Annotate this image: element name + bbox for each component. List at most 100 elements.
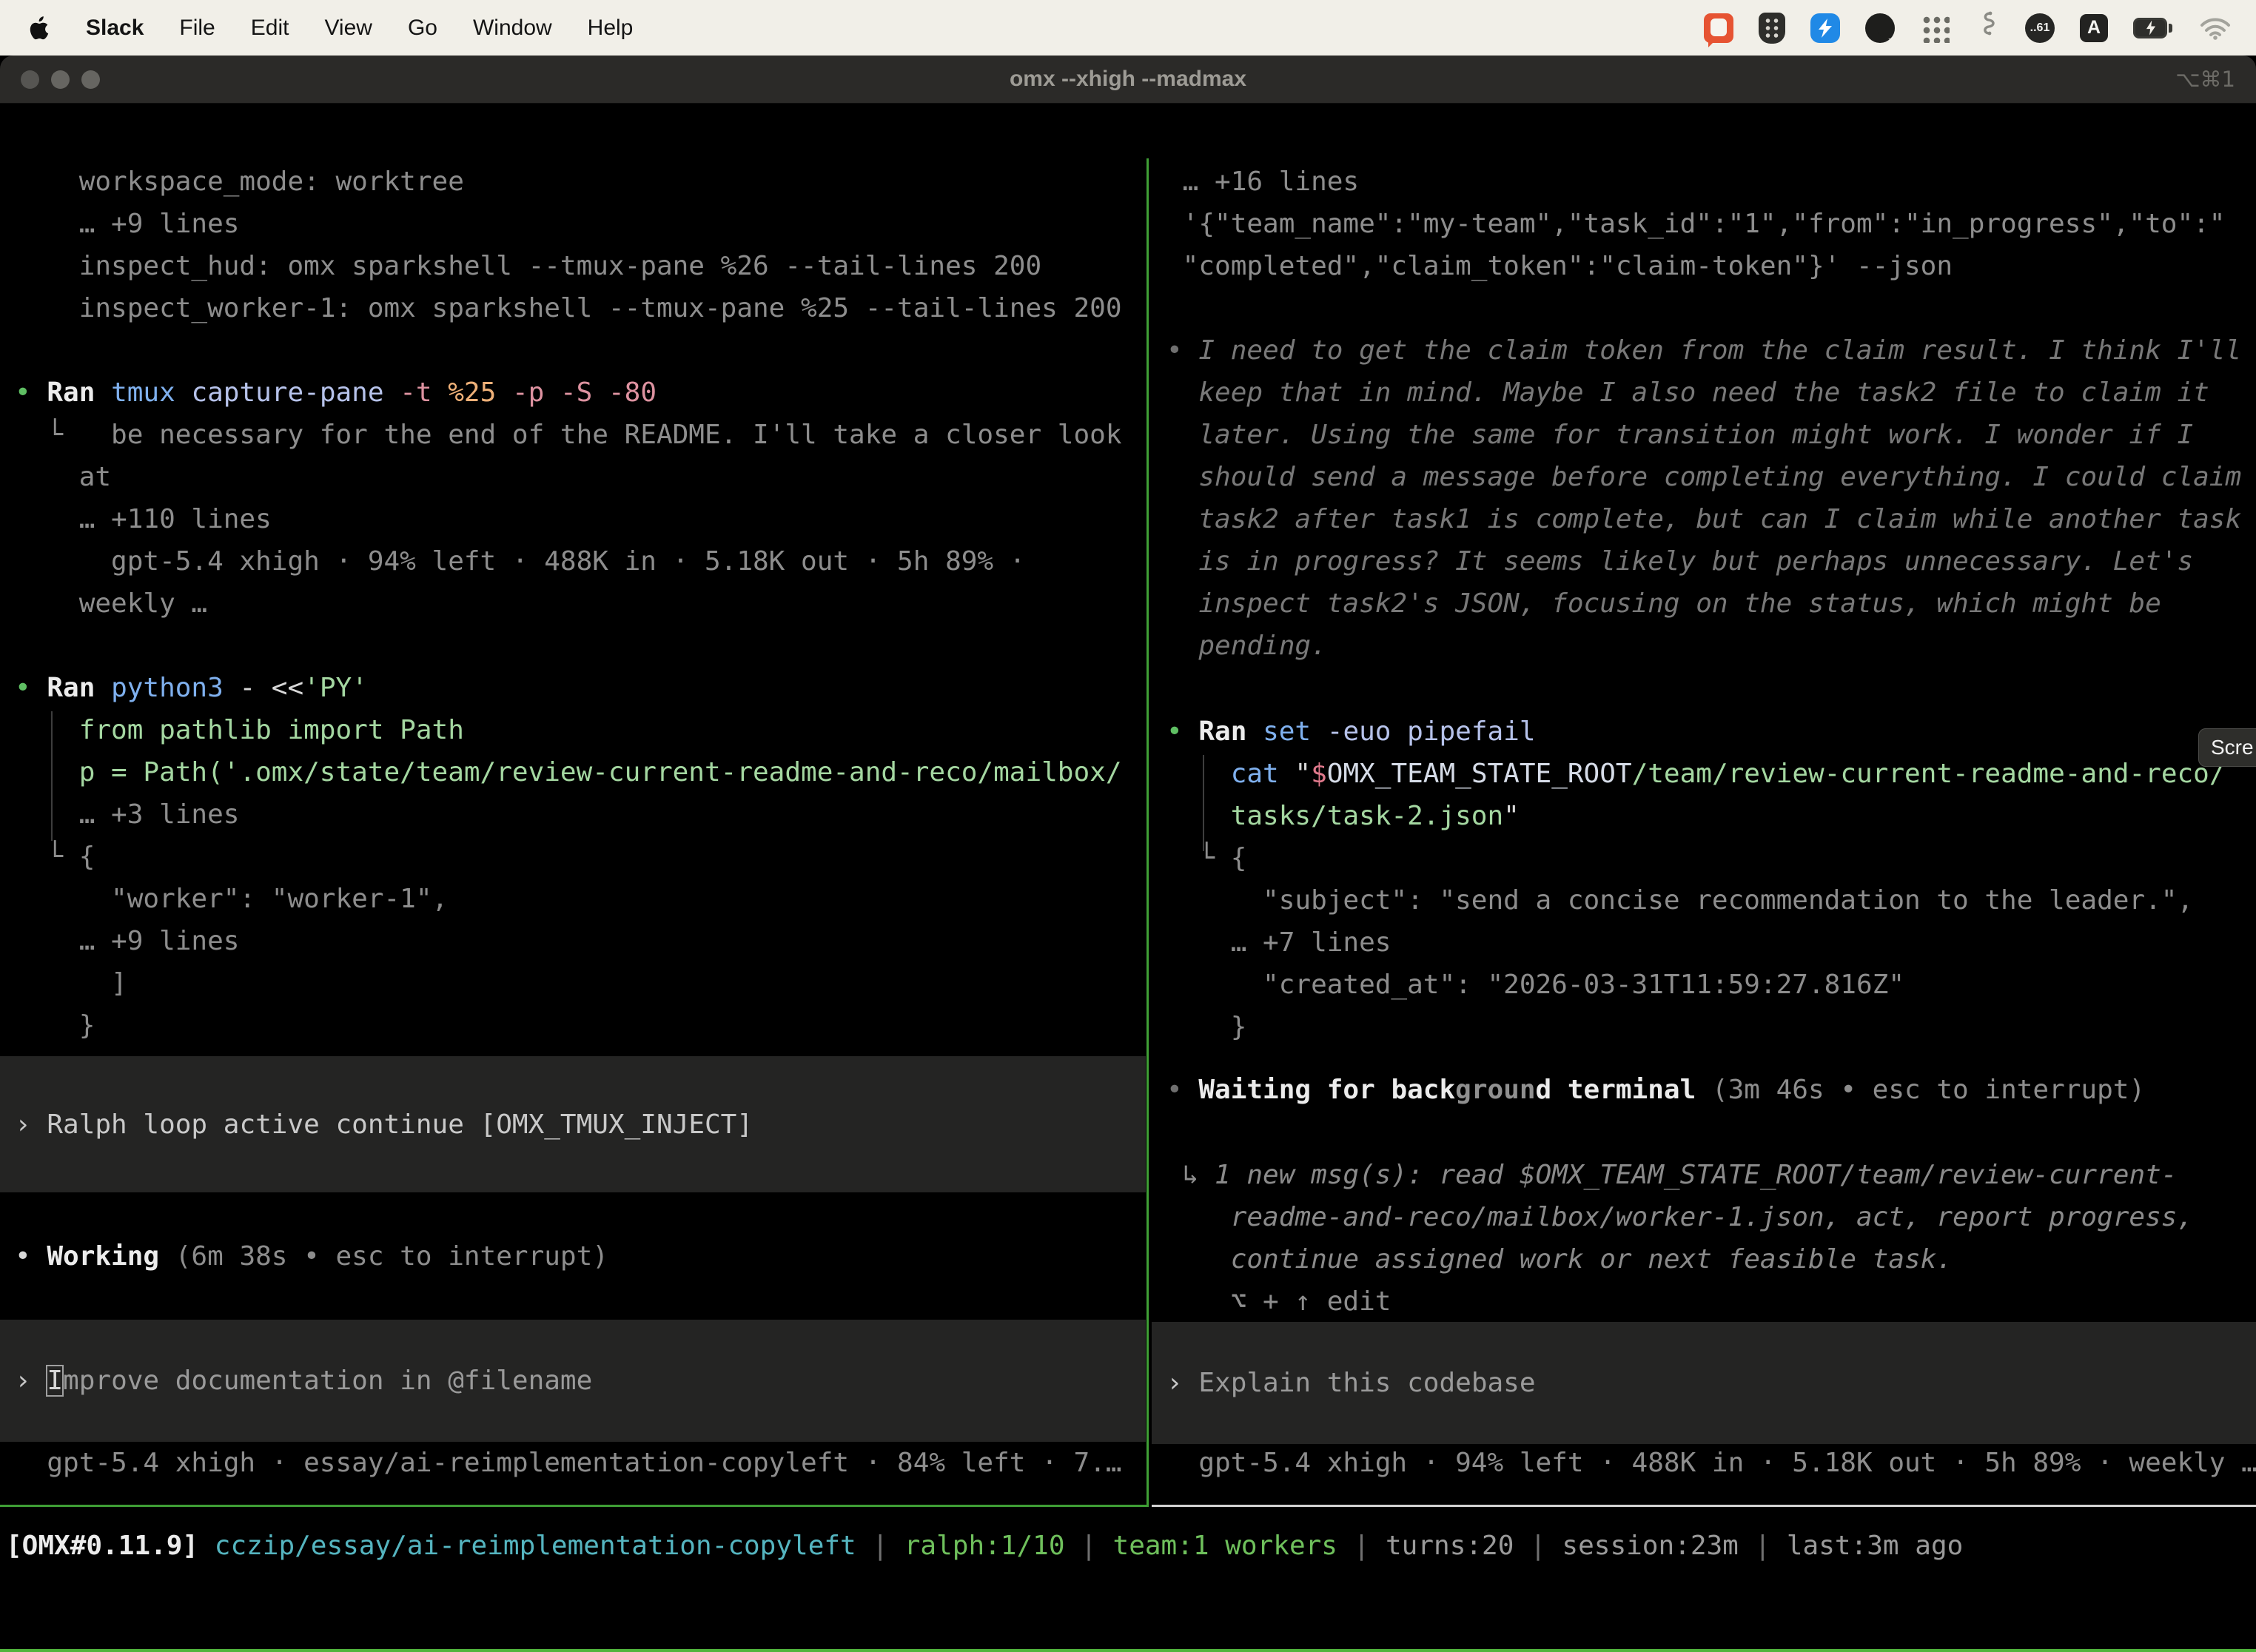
terminal-line: keep that in mind. Maybe I also need the… <box>1166 372 2256 414</box>
terminal-line: weekly … <box>15 582 1146 625</box>
menu-item-view[interactable]: View <box>324 16 372 41</box>
minimize-button[interactable] <box>51 70 70 89</box>
terminal-line: is in progress? It seems likely but perh… <box>1166 540 2256 582</box>
output-block: • Waiting for background terminal (3m 46… <box>1152 1069 2256 1111</box>
menu-bar: Slack File Edit View Go Window Help ..61 A <box>0 0 2256 56</box>
terminal-pane-left[interactable]: workspace_mode: worktree … +9 lines insp… <box>0 158 1146 1505</box>
terminal-line: task2 after task1 is complete, but can I… <box>1166 498 2256 540</box>
prompt-suggestion[interactable]: › Ralph loop active continue [OMX_TMUX_I… <box>0 1056 1146 1192</box>
terminal-line: } <box>1166 1006 2256 1048</box>
screenshot-tooltip: Scre <box>2198 728 2256 767</box>
terminal-line: • Ran tmux capture-pane -t %25 -p -S -80 <box>15 372 1146 414</box>
terminal-line: "completed","claim_token":"claim-token"}… <box>1166 245 2256 287</box>
keyboard-layout-icon[interactable]: A <box>2080 14 2108 42</box>
crescent-icon[interactable] <box>1865 13 1895 43</box>
terminal-window: omx --xhigh --madmax ⌥⌘1 workspace_mode:… <box>0 56 2256 1652</box>
menu-item-window[interactable]: Window <box>473 16 552 41</box>
terminal-line: inspect task2's JSON, focusing on the st… <box>1166 582 2256 625</box>
output-block: • Working (6m 38s • esc to interrupt) <box>0 1235 1146 1277</box>
window-titlebar[interactable]: omx --xhigh --madmax ⌥⌘1 <box>0 56 2256 104</box>
squiggle-icon[interactable] <box>1975 10 2000 46</box>
output-block: gpt-5.4 xhigh · 94% left · 488K in · 5.1… <box>1152 1442 2256 1484</box>
tmux-window-name[interactable]: [omx-cczip0:bash* <box>7 1649 280 1652</box>
indent-guide <box>51 711 53 841</box>
prompt-suggestion[interactable]: › Improve documentation in @filename <box>0 1320 1146 1442</box>
terminal-line: • Ran set -euo pipefail <box>1166 711 2256 753</box>
output-block: workspace_mode: worktree … +9 lines insp… <box>0 161 1146 329</box>
menu-app-name[interactable]: Slack <box>86 16 144 41</box>
terminal-line: pending. <box>1166 625 2256 667</box>
terminal-line: } <box>15 1004 1146 1047</box>
output-block: • Ran set -euo pipefail cat "$OMX_TEAM_S… <box>1152 711 2256 1048</box>
count-badge-text: ..61 <box>2030 21 2050 35</box>
prompt-suggestion[interactable]: › Explain this codebase <box>1152 1322 2256 1444</box>
terminal-line: ↳ 1 new msg(s): read $OMX_TEAM_STATE_ROO… <box>1166 1154 2256 1196</box>
terminal-line: gpt-5.4 xhigh · essay/ai-reimplementatio… <box>15 1442 1146 1484</box>
shield-grid-icon[interactable] <box>1759 13 1785 44</box>
terminal-line: └ be necessary for the end of the README… <box>15 414 1146 456</box>
terminal-line: › Ralph loop active continue [OMX_TMUX_I… <box>15 1104 753 1146</box>
terminal-line: gpt-5.4 xhigh · 94% left · 488K in · 5.1… <box>1166 1442 2256 1484</box>
pane-divider[interactable] <box>1147 158 1149 1507</box>
output-block: • Ran tmux capture-pane -t %25 -p -S -80… <box>0 372 1146 625</box>
keyboard-layout-letter: A <box>2087 17 2101 38</box>
dots-grid-icon[interactable] <box>1920 13 1950 43</box>
terminal-line: › Improve documentation in @filename <box>15 1360 592 1402</box>
terminal-line: ⌥ + ↑ edit <box>1166 1280 2256 1323</box>
wifi-icon[interactable] <box>2200 16 2231 40</box>
screen: { "menubar": { "app": "Slack", "items": … <box>0 0 2256 1652</box>
terminal-pane-right[interactable]: … +16 lines '{"team_name":"my-team","tas… <box>1152 158 2256 1505</box>
menu-item-file[interactable]: File <box>179 16 215 41</box>
output-block: … +16 lines '{"team_name":"my-team","tas… <box>1152 161 2256 287</box>
indent-guide <box>1203 755 1204 851</box>
battery-icon[interactable] <box>2133 18 2175 38</box>
tmux-status-bar: [omx-cczip0:bash* "MacBook-Pro-44.local"… <box>0 1649 2256 1652</box>
terminal-line: "created_at": "2026-03-31T11:59:27.816Z" <box>1166 964 2256 1006</box>
pane-border-left-bottom <box>0 1505 1147 1507</box>
terminal-line: later. Using the same for transition mig… <box>1166 414 2256 456</box>
omx-status-line: [OMX#0.11.9] cczip/essay/ai-reimplementa… <box>0 1525 2256 1567</box>
terminal-line: … +9 lines <box>15 920 1146 962</box>
terminal-line: … +7 lines <box>1166 921 2256 964</box>
terminal-line: continue assigned work or next feasible … <box>1166 1238 2256 1280</box>
terminal-line: ] <box>15 962 1146 1004</box>
terminal-line: … +3 lines <box>15 793 1146 836</box>
terminal-line: … +110 lines <box>15 498 1146 540</box>
terminal-line: gpt-5.4 xhigh · 94% left · 488K in · 5.1… <box>15 540 1146 582</box>
close-button[interactable] <box>21 70 39 89</box>
output-block: • Ran python3 - <<'PY' from pathlib impo… <box>0 667 1146 1047</box>
window-shortcut-badge: ⌥⌘1 <box>2175 67 2235 92</box>
output-block: gpt-5.4 xhigh · essay/ai-reimplementatio… <box>0 1442 1146 1484</box>
terminal-line: • I need to get the claim token from the… <box>1166 329 2256 372</box>
pane-border-right-bottom <box>1152 1505 2256 1507</box>
window-title: omx --xhigh --madmax <box>1010 67 1246 92</box>
terminal-line: › Explain this codebase <box>1166 1362 1536 1404</box>
terminal-line: readme-and-reco/mailbox/worker-1.json, a… <box>1166 1196 2256 1238</box>
terminal-line: '{"team_name":"my-team","task_id":"1","f… <box>1166 203 2256 245</box>
terminal-line: cat "$OMX_TEAM_STATE_ROOT/team/review-cu… <box>1166 753 2256 795</box>
terminal-line: workspace_mode: worktree <box>15 161 1146 203</box>
chat-app-icon[interactable] <box>1704 13 1733 43</box>
menu-status-area: ..61 A <box>1704 10 2231 46</box>
terminal-line: "subject": "send a concise recommendatio… <box>1166 879 2256 921</box>
terminal-line: "worker": "worker-1", <box>15 878 1146 920</box>
zoom-button[interactable] <box>81 70 100 89</box>
output-block: ↳ 1 new msg(s): read $OMX_TEAM_STATE_ROO… <box>1152 1154 2256 1323</box>
terminal-line: at <box>15 456 1146 498</box>
terminal-line: └ { <box>1166 837 2256 879</box>
terminal-line: … +16 lines <box>1166 161 2256 203</box>
text-cursor: I <box>47 1366 63 1396</box>
terminal-line: should send a message before completing … <box>1166 456 2256 498</box>
terminal-content: workspace_mode: worktree … +9 lines insp… <box>0 158 2256 1652</box>
menu-item-go[interactable]: Go <box>408 16 437 41</box>
apple-menu-icon[interactable] <box>25 13 50 43</box>
menu-item-help[interactable]: Help <box>588 16 634 41</box>
terminal-line: p = Path('.omx/state/team/review-current… <box>15 751 1146 793</box>
output-block: • I need to get the claim token from the… <box>1152 329 2256 667</box>
count-badge-icon[interactable]: ..61 <box>2025 13 2055 43</box>
terminal-line: • Waiting for background terminal (3m 46… <box>1166 1069 2256 1111</box>
terminal-line: … +9 lines <box>15 203 1146 245</box>
menu-item-edit[interactable]: Edit <box>251 16 289 41</box>
terminal-line: inspect_hud: omx sparkshell --tmux-pane … <box>15 245 1146 287</box>
blue-bolt-icon[interactable] <box>1810 13 1840 43</box>
